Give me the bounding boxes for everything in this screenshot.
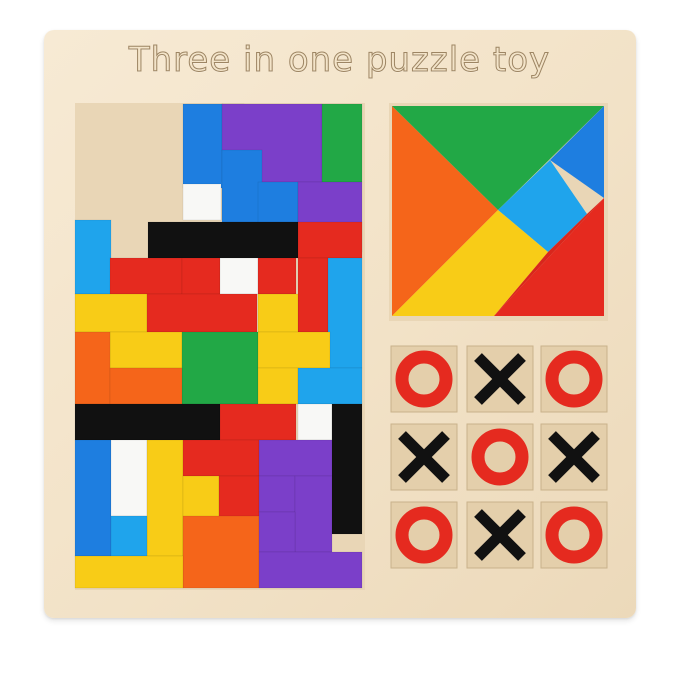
tetris-block-purple bbox=[258, 511, 296, 553]
tetris-block-black bbox=[74, 403, 221, 441]
tetris-block-black bbox=[331, 403, 363, 535]
tetris-block-red bbox=[297, 221, 363, 259]
tetris-block-yellow bbox=[257, 293, 299, 333]
tetris-block-blue bbox=[221, 149, 263, 223]
tetris-block-yellow bbox=[257, 331, 331, 369]
tetris-block-lightblue bbox=[74, 219, 112, 295]
tetris-block-red bbox=[109, 257, 183, 295]
tetris-block-yellow bbox=[146, 439, 184, 557]
tetris-block-lightblue bbox=[110, 515, 148, 557]
tetris-block-yellow bbox=[74, 293, 148, 333]
tetris-block-purple bbox=[258, 475, 296, 513]
tetris-block-white bbox=[110, 439, 148, 517]
tetris-block-red bbox=[257, 257, 297, 295]
tetris-block-red bbox=[181, 257, 221, 295]
tetris-block-orange bbox=[182, 515, 260, 589]
tetris-block-lightblue bbox=[297, 367, 363, 405]
tetris-block-red bbox=[182, 439, 260, 477]
tetris-block-yellow bbox=[257, 367, 299, 405]
tetris-block-purple bbox=[294, 475, 333, 553]
photo: Three in one puzzle toy bbox=[0, 0, 679, 679]
tetris-block-blue bbox=[257, 181, 299, 223]
tetris-block-orange bbox=[109, 367, 183, 405]
puzzle-layer bbox=[74, 103, 608, 590]
tetris-block-blue bbox=[74, 439, 112, 557]
tetris-block-purple bbox=[258, 551, 363, 589]
tetris-block-lightblue bbox=[327, 257, 363, 369]
tetris-block-green bbox=[181, 331, 259, 405]
tic-tac-toe-grid bbox=[390, 345, 608, 569]
tetris-block-green bbox=[321, 103, 363, 183]
tetris-block-purple bbox=[258, 439, 333, 477]
tetris-block-black bbox=[147, 221, 299, 259]
tetris-puzzle bbox=[74, 103, 365, 590]
tetris-block-yellow bbox=[109, 331, 183, 369]
tetris-block-white bbox=[219, 257, 259, 295]
tetris-block-blue bbox=[182, 103, 224, 189]
tetris-block-white bbox=[297, 403, 333, 441]
tetris-block-red bbox=[146, 293, 258, 333]
tetris-block-yellow bbox=[74, 555, 184, 589]
tangram-puzzle bbox=[389, 103, 608, 321]
tetris-block-white bbox=[182, 183, 222, 221]
tetris-block-red bbox=[219, 403, 297, 441]
tetris-block-orange bbox=[74, 331, 111, 405]
tetris-block-red bbox=[297, 257, 329, 333]
